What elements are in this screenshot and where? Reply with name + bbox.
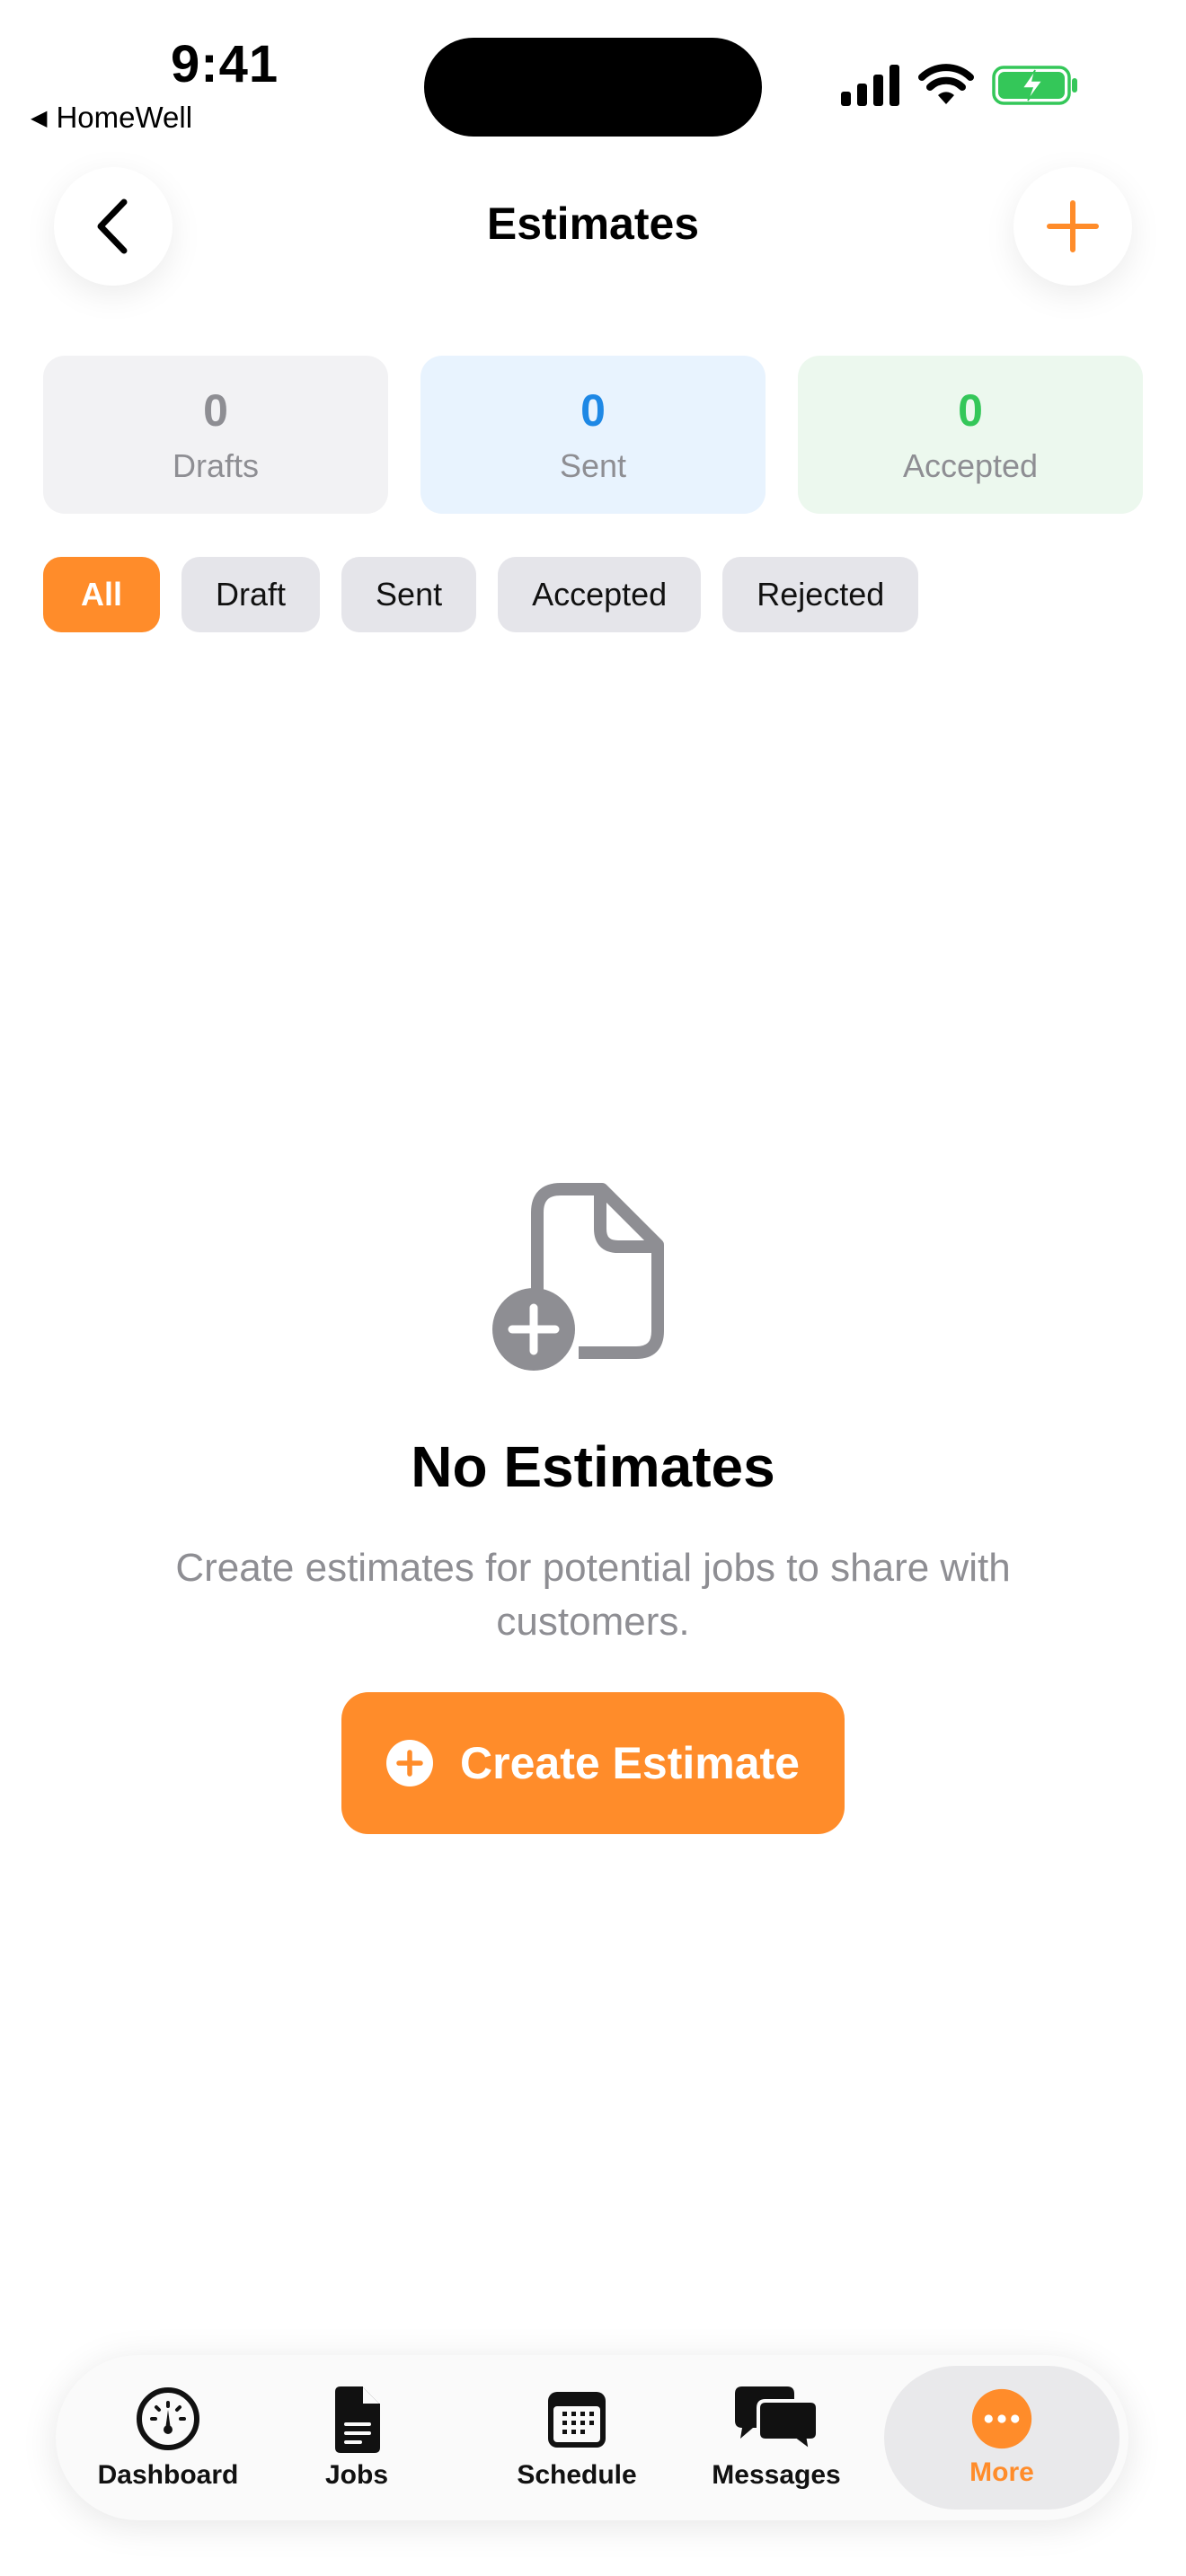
tab-label: Jobs	[324, 2460, 389, 2490]
filter-chip-sent[interactable]: Sent	[341, 557, 477, 632]
filter-chip-rejected[interactable]: Rejected	[722, 557, 919, 632]
plus-icon	[1047, 200, 1099, 252]
create-estimate-button[interactable]: Create Estimate	[341, 1692, 845, 1834]
stat-label: Accepted	[902, 447, 1039, 484]
battery-charging-icon	[992, 66, 1077, 105]
tab-messages[interactable]: Messages	[704, 2355, 848, 2520]
tab-label: More	[969, 2457, 1034, 2487]
cellular-signal-icon	[841, 65, 899, 106]
back-to-app-link[interactable]: ◀ HomeWell	[31, 101, 192, 135]
tab-label: Messages	[712, 2460, 841, 2490]
ellipsis-circle-icon	[971, 2388, 1032, 2449]
filter-chip-all[interactable]: All	[43, 557, 161, 632]
filter-chip-draft[interactable]: Draft	[181, 557, 321, 632]
calendar-icon	[548, 2392, 606, 2448]
stat-label: Drafts	[172, 447, 259, 484]
stat-value: 0	[580, 385, 606, 436]
stat-value: 0	[203, 385, 228, 436]
empty-state-title: No Estimates	[411, 1434, 775, 1499]
stat-card-accepted[interactable]: 0 Accepted	[798, 356, 1143, 514]
back-app-label: HomeWell	[56, 101, 193, 134]
status-time: 9:41	[171, 35, 279, 93]
gauge-icon	[137, 2387, 199, 2450]
document-icon	[335, 2386, 380, 2453]
tab-jobs[interactable]: Jobs	[307, 2355, 406, 2520]
status-bar: 9:41 ◀ HomeWell	[0, 0, 1186, 153]
filter-chip-accepted[interactable]: Accepted	[498, 557, 702, 632]
tab-more[interactable]: More	[884, 2366, 1120, 2510]
document-add-icon	[492, 1183, 664, 1371]
dynamic-island	[424, 38, 762, 137]
chat-bubbles-icon	[735, 2386, 819, 2453]
stat-value: 0	[958, 385, 983, 436]
tab-label: Dashboard	[97, 2460, 239, 2490]
tab-schedule[interactable]: Schedule	[505, 2355, 649, 2520]
wifi-icon	[918, 64, 974, 104]
stat-card-drafts[interactable]: 0 Drafts	[43, 356, 388, 514]
filter-chips: All Draft Sent Accepted Rejected	[43, 557, 919, 632]
empty-state-description: Create estimates for potential jobs to s…	[175, 1546, 1011, 1644]
add-estimate-button[interactable]	[1013, 167, 1132, 286]
plus-circle-icon	[386, 1740, 434, 1786]
page-title: Estimates	[486, 198, 700, 249]
stat-label: Sent	[559, 447, 627, 484]
back-triangle-icon: ◀	[31, 105, 48, 130]
create-estimate-label: Create Estimate	[460, 1738, 800, 1788]
stat-card-sent[interactable]: 0 Sent	[420, 356, 766, 514]
tab-bar: Dashboard Jobs Schedule Messages More	[56, 2355, 1128, 2520]
tab-dashboard[interactable]: Dashboard	[92, 2355, 244, 2520]
tab-label: Schedule	[517, 2460, 637, 2490]
